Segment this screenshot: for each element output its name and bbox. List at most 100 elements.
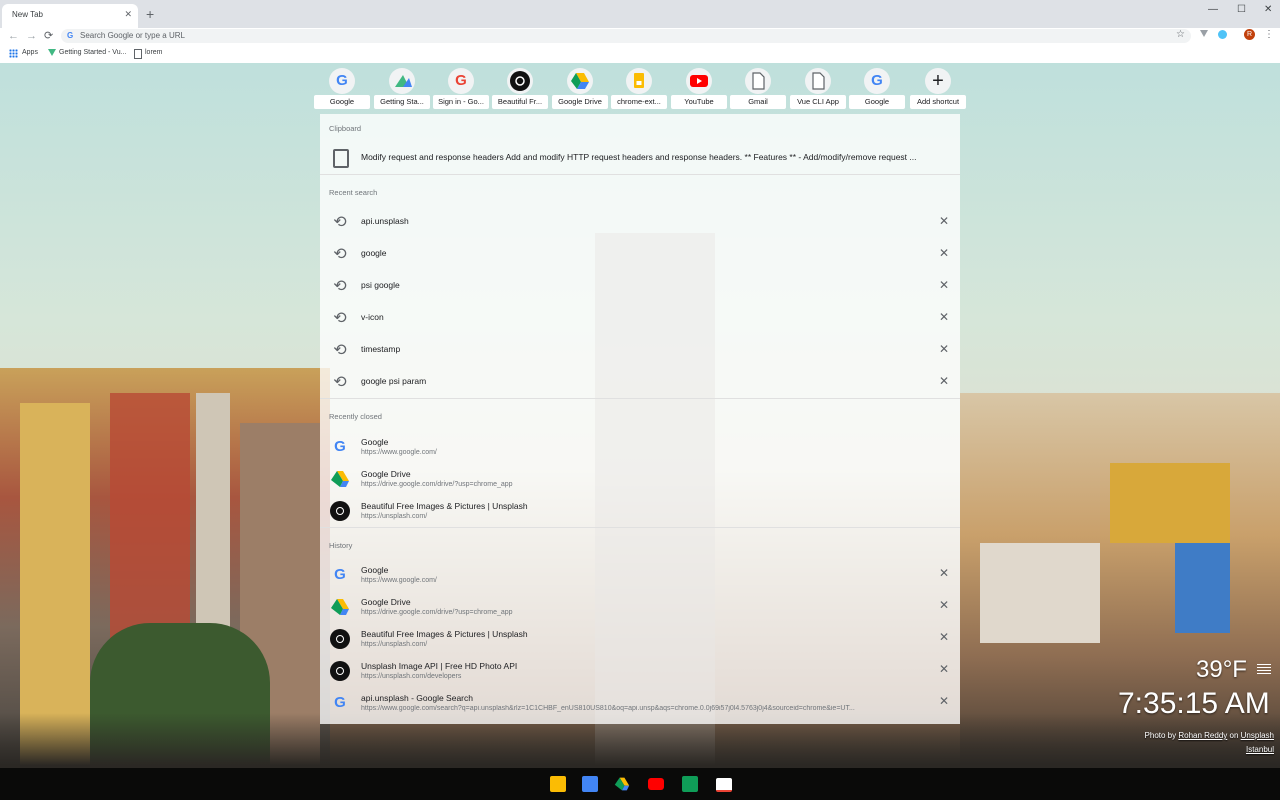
- shortcut-gmail[interactable]: Gmail: [730, 68, 786, 110]
- tab-close-icon[interactable]: ✕: [124, 9, 132, 20]
- remove-icon[interactable]: ✕: [939, 310, 949, 324]
- extension-funnel-icon[interactable]: [1200, 30, 1208, 37]
- omnibox-placeholder: Search Google or type a URL: [80, 31, 185, 40]
- shortcut-vue-cli[interactable]: Vue CLI App: [790, 68, 846, 110]
- shortcut-youtube[interactable]: YouTube: [671, 68, 727, 110]
- shortcut-google-drive[interactable]: Google Drive: [552, 68, 608, 110]
- row-url: https://drive.google.com/drive/?usp=chro…: [361, 481, 513, 488]
- history-icon: ⟲: [333, 342, 347, 359]
- credit-author-link[interactable]: Rohan Reddy: [1178, 731, 1227, 740]
- maximize-button[interactable]: ☐: [1237, 4, 1246, 15]
- history-icon: ⟲: [333, 278, 347, 295]
- bookmark-apps[interactable]: Apps: [22, 49, 38, 56]
- profile-avatar[interactable]: R: [1244, 29, 1255, 40]
- back-button[interactable]: ←: [8, 30, 19, 42]
- youtube-app-icon[interactable]: [648, 778, 664, 790]
- row-title: Beautiful Free Images & Pictures | Unspl…: [361, 501, 528, 511]
- divider: [320, 398, 960, 399]
- shortcut-label: Add shortcut: [910, 95, 966, 109]
- history-row[interactable]: Unsplash Image API | Free HD Photo API h…: [320, 654, 960, 686]
- omnibox[interactable]: G Search Google or type a URL: [61, 29, 1191, 43]
- history-icon: ⟲: [333, 214, 347, 231]
- menu-icon[interactable]: ⋮: [1264, 29, 1274, 40]
- recently-closed-row[interactable]: Beautiful Free Images & Pictures | Unspl…: [320, 494, 960, 526]
- shortcut-label: Getting Sta...: [374, 95, 430, 109]
- remove-icon[interactable]: ✕: [939, 694, 949, 708]
- shortcut-sign-in[interactable]: G Sign in - Go...: [433, 68, 489, 110]
- recent-search-row[interactable]: ⟲ v-icon ✕: [320, 302, 960, 334]
- sheets-app-icon[interactable]: [682, 776, 698, 792]
- shortcut-unsplash[interactable]: Beautiful Fr...: [492, 68, 548, 110]
- remove-icon[interactable]: ✕: [939, 214, 949, 228]
- minimize-button[interactable]: —: [1208, 4, 1218, 15]
- gmail-app-icon[interactable]: [716, 778, 732, 792]
- recent-search-row[interactable]: ⟲ api.unsplash ✕: [320, 206, 960, 238]
- shortcut-label: YouTube: [671, 95, 727, 109]
- recent-search-row[interactable]: ⟲ google psi param ✕: [320, 366, 960, 398]
- bookmark-lorem[interactable]: lorem: [145, 49, 163, 56]
- row-url: https://unsplash.com/: [361, 641, 428, 648]
- remove-icon[interactable]: ✕: [939, 374, 949, 388]
- tab-strip: New Tab ✕ + — ☐ ✕: [0, 0, 1280, 28]
- forward-button[interactable]: →: [26, 30, 37, 42]
- remove-icon[interactable]: ✕: [939, 630, 949, 644]
- section-title-history: History: [329, 541, 353, 550]
- recent-search-row[interactable]: ⟲ psi google ✕: [320, 270, 960, 302]
- toolbar: ← → ⟳ G Search Google or type a URL ☆: [0, 28, 1280, 45]
- remove-icon[interactable]: ✕: [939, 598, 949, 612]
- credit-location-link[interactable]: Istanbul: [1246, 745, 1274, 754]
- reload-button[interactable]: ⟳: [44, 30, 53, 42]
- history-row[interactable]: G Google https://www.google.com/ ✕: [320, 558, 960, 590]
- shortcut-label: Sign in - Go...: [433, 95, 489, 109]
- recent-search-text: psi google: [361, 280, 400, 290]
- drive-app-icon[interactable]: [614, 776, 630, 792]
- recently-closed-row[interactable]: Google Drive https://drive.google.com/dr…: [320, 462, 960, 494]
- shortcut-google-2[interactable]: G Google: [849, 68, 905, 110]
- suggestion-dropdown: Clipboard Modify request and response he…: [320, 114, 960, 724]
- drive-icon: [330, 469, 350, 489]
- window-close-button[interactable]: ✕: [1264, 4, 1272, 15]
- google-icon: G: [864, 68, 890, 94]
- camera-icon: [330, 501, 350, 521]
- row-title: Beautiful Free Images & Pictures | Unspl…: [361, 629, 528, 639]
- remove-icon[interactable]: ✕: [939, 342, 949, 356]
- recent-search-text: api.unsplash: [361, 216, 409, 226]
- remove-icon[interactable]: ✕: [939, 278, 949, 292]
- shortcut-google[interactable]: G Google: [314, 68, 370, 110]
- shortcut-chrome-ext[interactable]: chrome-ext...: [611, 68, 667, 110]
- shortcut-label: Google: [849, 95, 905, 109]
- shortcut-label: Vue CLI App: [790, 95, 846, 109]
- recent-search-row[interactable]: ⟲ google ✕: [320, 238, 960, 270]
- new-tab-button[interactable]: +: [146, 7, 154, 21]
- row-url: https://unsplash.com/developers: [361, 673, 462, 680]
- history-row[interactable]: Google Drive https://drive.google.com/dr…: [320, 590, 960, 622]
- keep-app-icon[interactable]: [550, 776, 566, 792]
- recent-search-text: google psi param: [361, 376, 427, 386]
- credit-site-link[interactable]: Unsplash: [1241, 731, 1274, 740]
- bookmark-star-icon[interactable]: ☆: [1176, 29, 1185, 40]
- docs-app-icon[interactable]: [582, 776, 598, 792]
- recently-closed-row[interactable]: G Google https://www.google.com/: [320, 430, 960, 462]
- extension-circle-icon[interactable]: [1218, 30, 1227, 39]
- google-icon: G: [67, 31, 74, 40]
- clipboard-row[interactable]: Modify request and response headers Add …: [320, 142, 960, 174]
- add-shortcut-button[interactable]: + Add shortcut: [910, 68, 966, 110]
- history-icon: ⟲: [333, 374, 347, 391]
- history-row[interactable]: G api.unsplash - Google Search https://w…: [320, 686, 960, 718]
- clock: 7:35:15 AM: [1118, 687, 1270, 720]
- tab-new-tab[interactable]: New Tab ✕: [2, 4, 138, 28]
- google-icon: G: [329, 68, 355, 94]
- document-icon: [805, 68, 831, 94]
- bookmark-getting-started[interactable]: Getting Started - Vu...: [59, 49, 126, 56]
- history-row[interactable]: Beautiful Free Images & Pictures | Unspl…: [320, 622, 960, 654]
- recent-search-row[interactable]: ⟲ timestamp ✕: [320, 334, 960, 366]
- section-title-clipboard: Clipboard: [329, 124, 362, 133]
- google-icon: G: [334, 694, 346, 711]
- remove-icon[interactable]: ✕: [939, 662, 949, 676]
- shortcut-getting-started[interactable]: Getting Sta...: [374, 68, 430, 110]
- camera-icon: [330, 629, 350, 649]
- google-icon: G: [334, 438, 346, 455]
- page-icon: [134, 49, 142, 59]
- remove-icon[interactable]: ✕: [939, 566, 949, 580]
- remove-icon[interactable]: ✕: [939, 246, 949, 260]
